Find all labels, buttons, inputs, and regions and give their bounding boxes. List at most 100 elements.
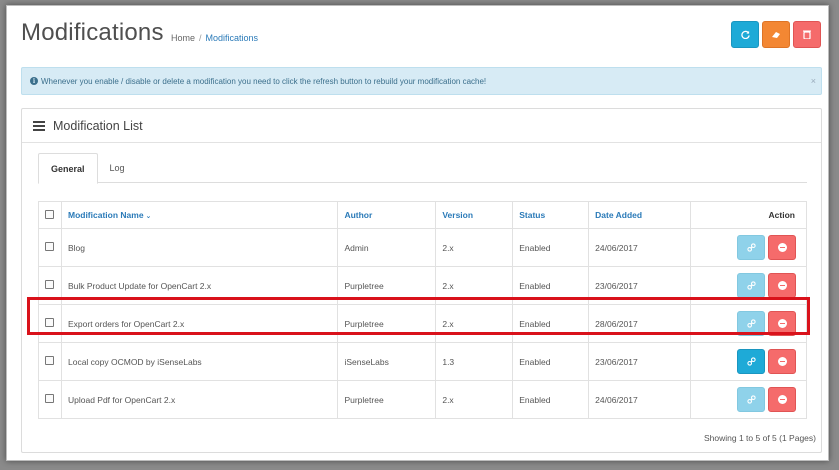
breadcrumb-separator: / bbox=[199, 33, 202, 43]
header-actions bbox=[731, 21, 821, 48]
row-select-cell bbox=[38, 228, 62, 267]
col-modification-name[interactable]: Modification Name ⌄ bbox=[60, 201, 339, 229]
link-icon bbox=[746, 319, 756, 328]
modifications-table: Modification Name ⌄ Author Version Status… bbox=[38, 201, 807, 419]
cell-date-added: 28/06/2017 bbox=[588, 304, 692, 343]
link-button[interactable] bbox=[737, 349, 765, 374]
modification-list-panel: Modification List General Log Modificati… bbox=[21, 108, 822, 453]
cell-date-added: 24/06/2017 bbox=[588, 380, 692, 419]
delete-row-button[interactable] bbox=[768, 235, 796, 260]
cell-name: Bulk Product Update for OpenCart 2.x bbox=[60, 266, 339, 305]
table-row: Upload Pdf for OpenCart 2.x Purpletree 2.x… bbox=[38, 380, 807, 419]
cell-status: Enabled bbox=[512, 304, 590, 343]
table-row: Blog Admin 2.x Enabled 24/06/2017 bbox=[38, 228, 807, 267]
tab-general[interactable]: General bbox=[38, 153, 98, 184]
cell-date-added: 24/06/2017 bbox=[588, 228, 692, 267]
row-checkbox[interactable] bbox=[45, 242, 54, 251]
cell-author: iSenseLabs bbox=[337, 342, 437, 381]
delete-row-button[interactable] bbox=[768, 273, 796, 298]
col-date-added[interactable]: Date Added bbox=[588, 201, 692, 229]
table-row: Local copy OCMOD by iSenseLabs iSenseLabs… bbox=[38, 342, 807, 381]
delete-button[interactable] bbox=[793, 21, 821, 48]
refresh-button[interactable] bbox=[731, 21, 759, 48]
row-checkbox[interactable] bbox=[45, 356, 54, 365]
cell-date-added: 23/06/2017 bbox=[588, 342, 692, 381]
cell-name: Blog bbox=[60, 228, 339, 267]
app-window: Modifications Home / Modifications i Whe… bbox=[6, 5, 829, 461]
chevron-down-icon: ⌄ bbox=[145, 213, 152, 220]
table-row: Export orders for OpenCart 2.x Purpletree… bbox=[38, 304, 807, 343]
breadcrumb: Home / Modifications bbox=[171, 33, 258, 43]
table-header-row: Modification Name ⌄ Author Version Status… bbox=[38, 201, 807, 229]
minus-circle-icon bbox=[777, 243, 787, 252]
breadcrumb-home[interactable]: Home bbox=[171, 33, 195, 43]
row-checkbox[interactable] bbox=[45, 318, 54, 327]
col-action: Action bbox=[690, 201, 807, 229]
link-icon bbox=[746, 357, 756, 366]
cell-status: Enabled bbox=[512, 380, 590, 419]
cell-name: Local copy OCMOD by iSenseLabs bbox=[60, 342, 339, 381]
delete-row-button[interactable] bbox=[768, 387, 796, 412]
close-icon[interactable]: × bbox=[811, 76, 816, 86]
trash-icon bbox=[803, 30, 811, 39]
cell-version: 2.x bbox=[435, 228, 514, 267]
page-title: Modifications bbox=[21, 19, 164, 46]
link-icon bbox=[746, 243, 756, 252]
alert-text: Whenever you enable / disable or delete … bbox=[41, 76, 487, 86]
minus-circle-icon bbox=[777, 319, 787, 328]
cell-action bbox=[690, 228, 807, 267]
cell-version: 1.3 bbox=[435, 342, 514, 381]
list-icon bbox=[33, 120, 45, 131]
col-version[interactable]: Version bbox=[435, 201, 514, 229]
minus-circle-icon bbox=[777, 395, 787, 404]
cell-status: Enabled bbox=[512, 342, 590, 381]
row-select-cell bbox=[38, 342, 62, 381]
row-select-cell bbox=[38, 266, 62, 305]
cell-name: Export orders for OpenCart 2.x bbox=[60, 304, 339, 343]
cell-action bbox=[690, 266, 807, 305]
pagination-text: Showing 1 to 5 of 5 (1 Pages) bbox=[704, 433, 816, 443]
select-all-checkbox[interactable] bbox=[45, 209, 54, 219]
row-checkbox[interactable] bbox=[45, 280, 54, 289]
breadcrumb-modifications[interactable]: Modifications bbox=[206, 33, 259, 43]
cell-action bbox=[690, 380, 807, 419]
info-circle-icon: i bbox=[30, 77, 38, 85]
tab-bar: General Log bbox=[38, 153, 807, 184]
eraser-icon bbox=[772, 32, 780, 38]
cell-version: 2.x bbox=[435, 304, 514, 343]
cell-author: Purpletree bbox=[337, 304, 437, 343]
link-button[interactable] bbox=[737, 273, 765, 298]
cell-date-added: 23/06/2017 bbox=[588, 266, 692, 305]
link-icon bbox=[746, 395, 756, 404]
col-author[interactable]: Author bbox=[337, 201, 437, 229]
delete-row-button[interactable] bbox=[768, 349, 796, 374]
row-select-cell bbox=[38, 380, 62, 419]
clear-button[interactable] bbox=[762, 21, 790, 48]
cell-action bbox=[690, 342, 807, 381]
delete-row-button[interactable] bbox=[768, 311, 796, 336]
panel-title: Modification List bbox=[53, 118, 143, 133]
minus-circle-icon bbox=[777, 281, 787, 290]
cell-action bbox=[690, 304, 807, 343]
col-status[interactable]: Status bbox=[512, 201, 590, 229]
link-button[interactable] bbox=[737, 311, 765, 336]
row-select-cell bbox=[38, 304, 62, 343]
cell-status: Enabled bbox=[512, 266, 590, 305]
link-button[interactable] bbox=[737, 235, 765, 260]
info-alert: i Whenever you enable / disable or delet… bbox=[21, 67, 822, 95]
link-button[interactable] bbox=[737, 387, 765, 412]
panel-heading: Modification List bbox=[22, 109, 821, 143]
cell-version: 2.x bbox=[435, 266, 514, 305]
refresh-icon bbox=[740, 30, 750, 39]
tab-log[interactable]: Log bbox=[98, 153, 137, 183]
link-icon bbox=[746, 281, 756, 290]
cell-author: Admin bbox=[337, 228, 437, 267]
cell-author: Purpletree bbox=[337, 380, 437, 419]
select-all-cell bbox=[38, 201, 62, 229]
cell-status: Enabled bbox=[512, 228, 590, 267]
row-checkbox[interactable] bbox=[45, 394, 54, 403]
minus-circle-icon bbox=[777, 357, 787, 366]
cell-version: 2.x bbox=[435, 380, 514, 419]
cell-author: Purpletree bbox=[337, 266, 437, 305]
cell-name: Upload Pdf for OpenCart 2.x bbox=[60, 380, 339, 419]
